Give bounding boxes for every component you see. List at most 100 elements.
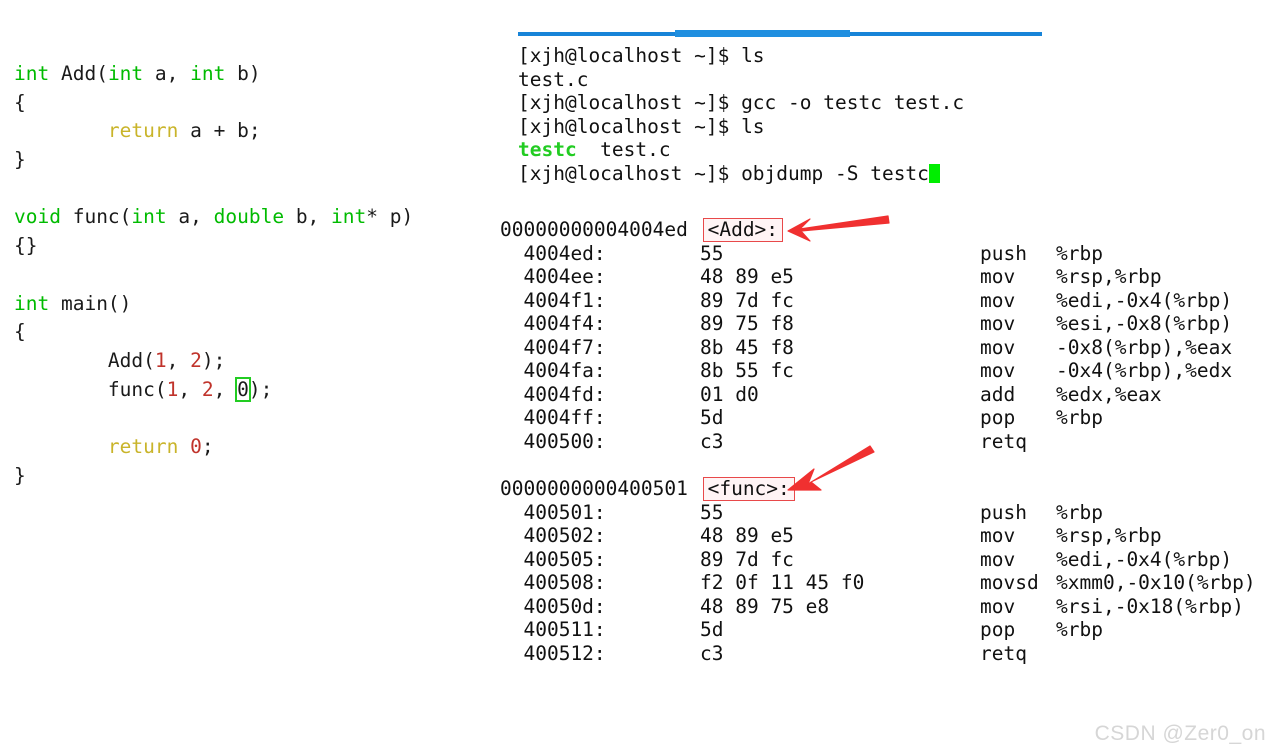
instruction-operands: %rbp: [1056, 241, 1103, 265]
code-token: void: [14, 205, 61, 229]
code-line: int main(): [14, 290, 413, 319]
instruction-operands: -0x4(%rbp),%edx: [1056, 359, 1233, 382]
instruction-mnemonic-row: retq: [980, 430, 1232, 454]
instruction-address: 400502:: [500, 524, 606, 547]
instruction-mnemonic-row: mov -0x4(%rbp),%edx: [980, 359, 1232, 383]
watermark: CSDN @Zer0_on: [1094, 722, 1266, 745]
instruction-bytes: c3: [700, 641, 724, 665]
instruction-operands: %rsi,-0x18(%rbp): [1056, 594, 1244, 618]
instruction-mnemonic-row: mov %rsp,%rbp: [980, 524, 1256, 548]
instruction-opcode: mov: [980, 312, 1016, 335]
instruction-address: 400508:: [500, 571, 606, 594]
instruction-opcode: mov: [980, 288, 1016, 312]
disassembly-row: 4004f4: 89 75 f8: [500, 312, 793, 336]
instruction-bytes: c3: [700, 429, 724, 453]
terminal-pane: [xjh@localhost ~]$ ls test.c [xjh@localhos…: [470, 0, 1282, 756]
code-token: 2: [190, 348, 202, 372]
instruction-mnemonic-row: movsd %xmm0,-0x10(%rbp): [980, 571, 1256, 595]
terminal-accent-rule-highlight: [675, 30, 850, 37]
terminal-cursor: [928, 163, 940, 183]
instruction-bytes: f2 0f 11 45 f0: [700, 571, 865, 594]
disassembly-row: 40050d: 48 89 75 e8: [500, 595, 864, 619]
disassembly-mnemonics-add: push %rbp mov %rsp,%rbp mov %edi,-0x4(%rbp) mo…: [980, 242, 1232, 454]
instruction-opcode: pop: [980, 406, 1016, 429]
instruction-bytes: 48 89 e5: [700, 265, 794, 288]
code-token: a + b;: [178, 119, 261, 143]
instruction-mnemonic-row: pop %rbp: [980, 406, 1232, 430]
instruction-opcode: mov: [980, 335, 1016, 359]
code-line: Add(1, 2);: [14, 347, 413, 376]
instruction-mnemonic-row: pop %rbp: [980, 618, 1256, 642]
disassembly-row: 400512: c3: [500, 642, 864, 666]
code-token: int: [190, 62, 226, 85]
code-token: int: [331, 205, 367, 229]
terminal-command-line: [xjh@localhost ~]$ objdump -S testc: [518, 162, 964, 186]
code-token: int: [14, 62, 50, 85]
code-token: 1: [154, 348, 167, 372]
instruction-operands: %rbp: [1056, 500, 1103, 524]
disassembly-row: 4004ed: 55: [500, 242, 794, 266]
shell-command: objdump -S testc: [729, 161, 929, 185]
terminal-output[interactable]: [xjh@localhost ~]$ ls test.c [xjh@localhos…: [518, 44, 964, 185]
disassembly-row: 400511: 5d: [500, 618, 864, 642]
code-line: return 0;: [14, 433, 413, 462]
terminal-command-line: [xjh@localhost ~]$ ls: [518, 115, 964, 139]
code-token: a,: [166, 205, 214, 229]
function-address: 00000000004004ed: [500, 218, 700, 241]
instruction-bytes: 01 d0: [700, 382, 759, 406]
disassembly-block-func: 0000000000400501 <func>: 400501: 55 40050…: [500, 477, 864, 665]
instruction-mnemonic-row: mov %edi,-0x4(%rbp): [980, 548, 1256, 572]
instruction-bytes: 5d: [700, 406, 724, 429]
code-line: {: [14, 318, 413, 347]
instruction-address: 4004fa:: [500, 359, 606, 382]
instruction-opcode: mov: [980, 524, 1016, 547]
instruction-bytes: 55: [700, 241, 724, 265]
code-token: b): [225, 62, 261, 85]
disassembly-row: 4004ff: 5d: [500, 406, 794, 430]
terminal-command-line: [xjh@localhost ~]$ gcc -o testc test.c: [518, 91, 964, 115]
code-token: a,: [143, 62, 191, 85]
shell-prompt: [xjh@localhost ~]$: [518, 114, 730, 138]
instruction-opcode: retq: [980, 429, 1027, 453]
instruction-mnemonic-row: push %rbp: [980, 242, 1232, 266]
instruction-operands: -0x8(%rbp),%eax: [1056, 335, 1233, 359]
shell-command: ls: [729, 44, 765, 67]
shell-prompt: [xjh@localhost ~]$: [518, 44, 730, 67]
code-line: func(1, 2, 0);: [14, 376, 413, 405]
instruction-operands: %rsp,%rbp: [1056, 524, 1162, 547]
terminal-command-line: [xjh@localhost ~]$ ls: [518, 44, 964, 68]
instruction-bytes: 5d: [700, 618, 724, 641]
function-symbol-highlight: <Add>:: [702, 218, 784, 242]
code-token: ,: [213, 377, 238, 401]
source-code-pane: int Add(int a, int b){ return a + b;} vo…: [0, 0, 470, 756]
instruction-opcode: pop: [980, 618, 1016, 641]
code-line: }: [14, 462, 413, 491]
disassembly-row: 400501: 55: [500, 501, 864, 525]
code-token: int: [14, 291, 50, 315]
function-address: 0000000000400501: [500, 477, 700, 500]
instruction-address: 4004f4:: [500, 312, 606, 335]
instruction-bytes: 89 7d fc: [700, 547, 794, 571]
instruction-address: 4004fd:: [500, 382, 606, 406]
terminal-output-line: test.c: [518, 67, 589, 91]
disassembly-header: 0000000000400501 <func>:: [500, 477, 864, 501]
code-line: void func(int a, double b, int* p): [14, 203, 413, 232]
instruction-address: 400511:: [500, 618, 606, 641]
disassembly-block-add: 00000000004004ed <Add>: 4004ed: 55 4004ee…: [500, 218, 794, 453]
code-line: {}: [14, 232, 413, 261]
code-listing[interactable]: int Add(int a, int b){ return a + b;} vo…: [14, 60, 413, 490]
code-token: }: [14, 463, 26, 487]
instruction-operands: %esi,-0x8(%rbp): [1056, 312, 1233, 335]
code-token: Add(: [49, 62, 108, 85]
instruction-opcode: mov: [980, 547, 1016, 571]
code-token: );: [201, 348, 226, 372]
code-token: int: [131, 205, 167, 229]
instruction-operands: %xmm0,-0x10(%rbp): [1056, 571, 1256, 594]
instruction-mnemonic-row: mov %rsi,-0x18(%rbp): [980, 595, 1256, 619]
